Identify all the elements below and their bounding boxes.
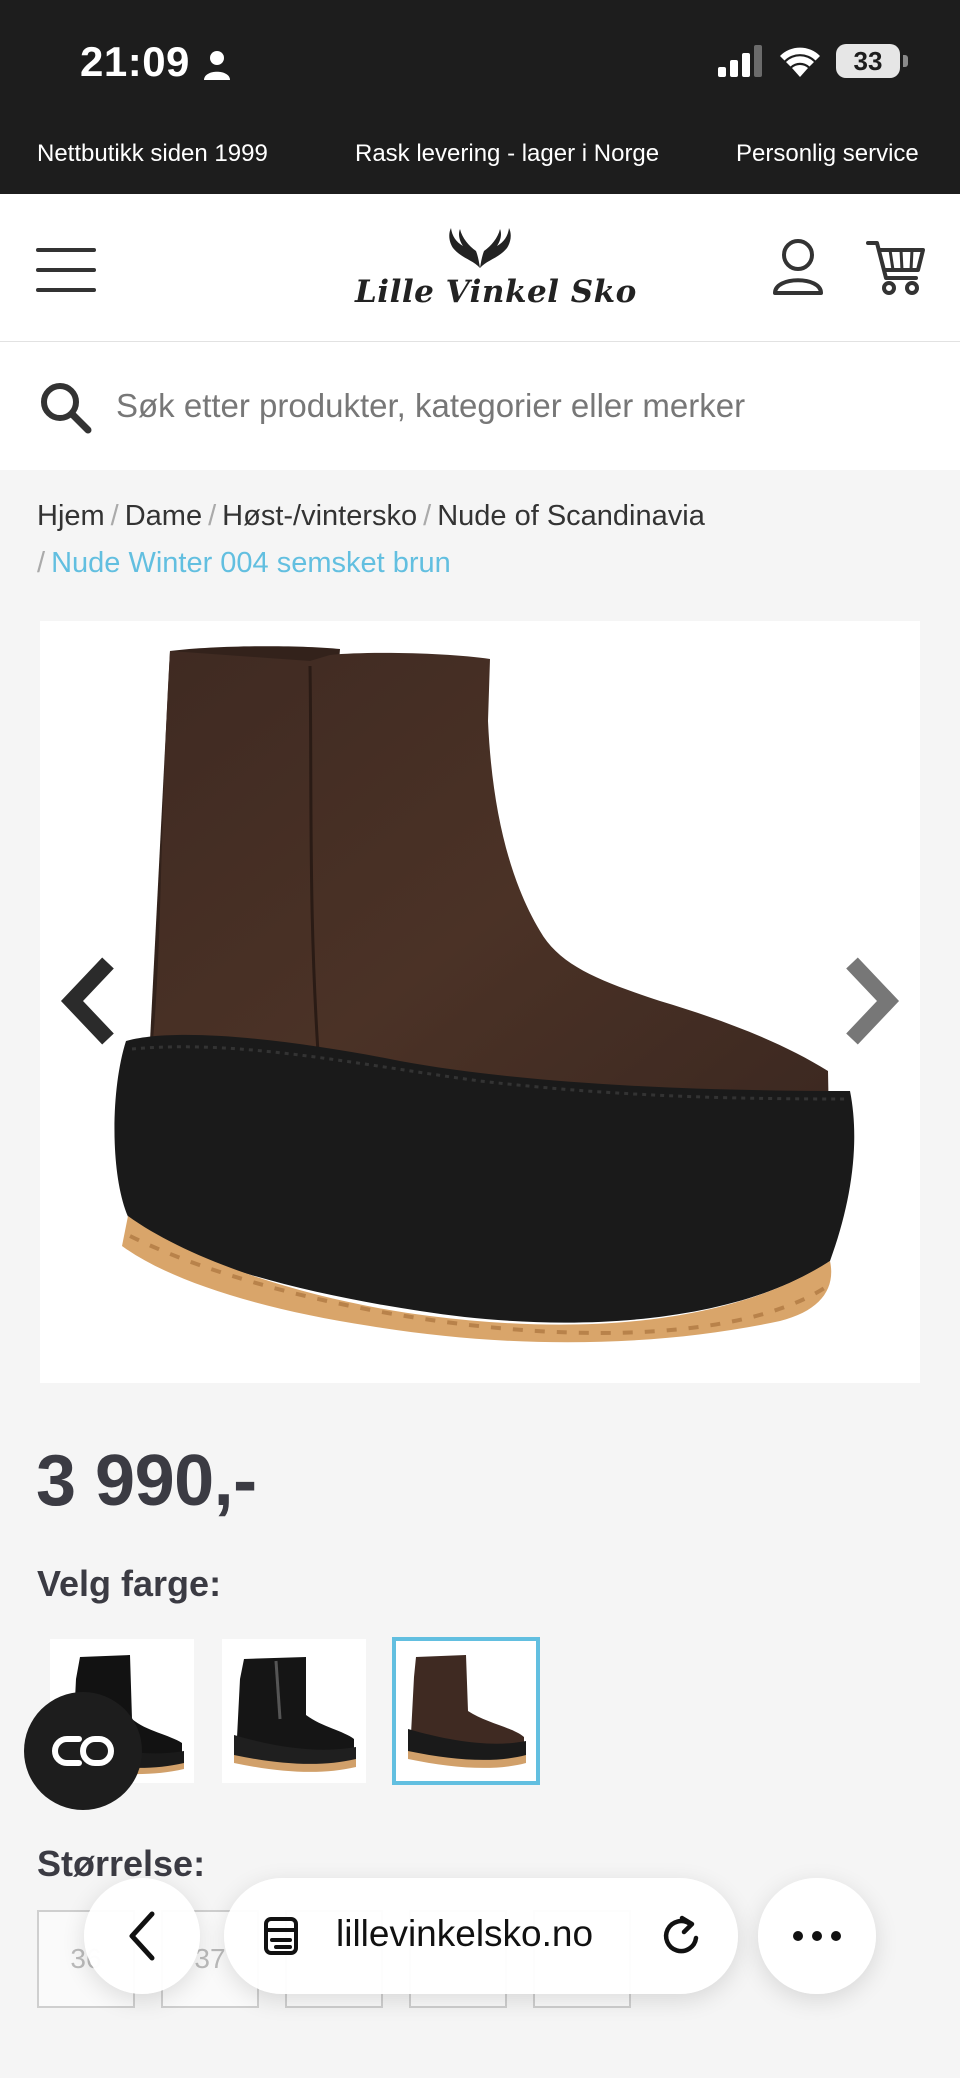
usp-item: Personlig service	[736, 140, 919, 167]
swatch-thumbnail	[408, 1655, 526, 1768]
product-image-gallery[interactable]	[40, 621, 920, 1383]
hamburger-menu-icon[interactable]	[36, 248, 96, 292]
chat-button[interactable]	[24, 1692, 142, 1810]
signal-icon	[718, 45, 762, 77]
cart-icon[interactable]	[866, 238, 926, 296]
color-label: Velg farge:	[37, 1563, 222, 1604]
product-price: 3 990,-	[36, 1441, 257, 1521]
browser-back-button[interactable]	[84, 1878, 200, 1994]
usp-item: Nettbutikk siden 1999	[37, 140, 268, 167]
search-input[interactable]	[116, 376, 936, 436]
antler-logo-icon	[449, 228, 511, 268]
user-account-icon[interactable]	[772, 238, 824, 296]
search-bar	[0, 342, 960, 470]
color-swatch-brown[interactable]	[392, 1637, 540, 1785]
chevron-right-icon[interactable]	[834, 951, 904, 1051]
breadcrumb-link[interactable]: Nude of Scandinavia	[437, 500, 705, 532]
usp-item: Rask levering - lager i Norge	[355, 140, 660, 167]
search-icon[interactable]	[38, 380, 92, 434]
chevron-left-icon	[129, 1911, 155, 1961]
color-swatch-black-2[interactable]	[220, 1637, 368, 1785]
logo-text: Lille Vinkel Sko	[355, 274, 637, 310]
more-options-button[interactable]	[758, 1878, 876, 1994]
breadcrumb-link[interactable]: Hjem	[37, 500, 105, 532]
reload-icon[interactable]	[660, 1914, 704, 1958]
breadcrumb-link[interactable]: Høst-/vintersko	[222, 500, 417, 532]
status-bar: 21:09 33	[0, 0, 960, 126]
status-indicators: 33	[718, 44, 908, 78]
swatch-thumbnail	[234, 1657, 356, 1772]
battery-indicator: 33	[836, 44, 908, 78]
page-menu-icon	[264, 1917, 298, 1955]
wifi-icon	[780, 47, 820, 77]
browser-url-bar[interactable]: lillevinkelsko.no	[224, 1878, 738, 1994]
site-logo[interactable]: Lille Vinkel Sko	[355, 224, 637, 319]
dot	[793, 1931, 803, 1941]
dot	[831, 1931, 841, 1941]
breadcrumb-current: Nude Winter 004 semsket brun	[51, 547, 451, 579]
site-header: Lille Vinkel Sko	[0, 194, 960, 342]
size-label: Størrelse:	[37, 1843, 206, 1884]
breadcrumb: Hjem / Dame / Høst-/vintersko / Nude of Scandi…	[37, 500, 705, 579]
dot	[812, 1931, 822, 1941]
status-time: 21:09	[80, 38, 190, 85]
breadcrumb-link[interactable]: Dame	[125, 500, 202, 532]
chat-icon	[52, 1736, 114, 1766]
url-text: lillevinkelsko.no	[336, 1913, 594, 1954]
product-image	[114, 646, 855, 1343]
chevron-left-icon[interactable]	[56, 951, 126, 1051]
size-value: 37	[194, 1943, 226, 1974]
usp-bar: Nettbutikk siden 1999 Rask levering - la…	[0, 126, 960, 194]
person-icon	[204, 51, 230, 80]
